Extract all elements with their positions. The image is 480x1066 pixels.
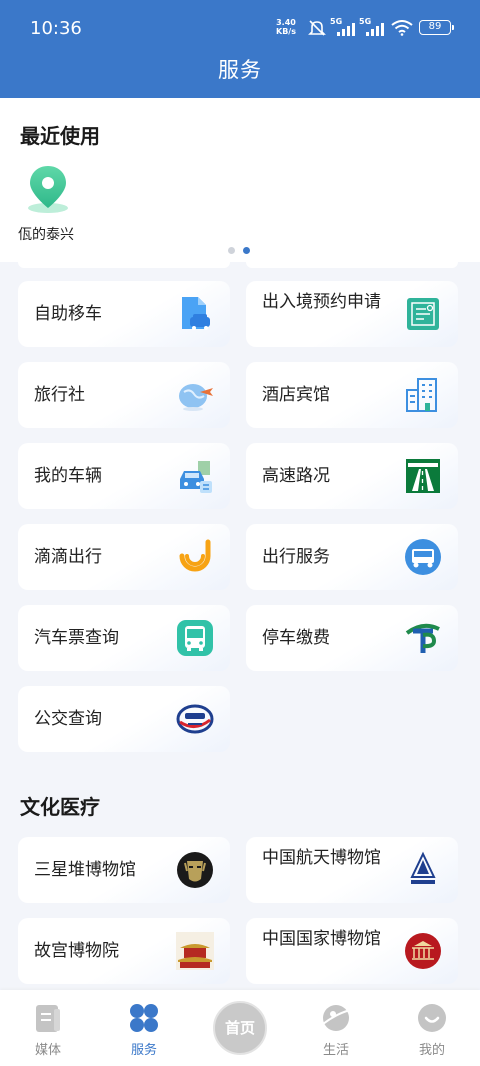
service-card-parking-fee[interactable]: 停车缴费 — [246, 605, 458, 671]
aerospace-logo-icon — [404, 851, 442, 889]
service-card-travel-agency[interactable]: 旅行社 — [18, 362, 230, 428]
tab-home[interactable]: 首页 — [213, 1001, 267, 1055]
service-card-self-move-car[interactable]: 自助移车 — [18, 281, 230, 347]
recent-item-label: 佤的泰兴 — [18, 227, 74, 243]
highway-icon — [404, 457, 442, 495]
signal-icon — [337, 23, 355, 36]
tab-mine[interactable]: 我的 — [384, 990, 480, 1066]
tab-service[interactable]: 服务 — [96, 990, 192, 1066]
globe-plane-icon — [176, 376, 214, 414]
page-title: 服务 — [218, 58, 262, 82]
bronze-mask-icon — [176, 851, 214, 889]
battery-indicator: 89 — [419, 20, 454, 35]
national-museum-icon — [404, 932, 442, 970]
culture-card-palace-museum[interactable]: 故宫博物院 — [18, 918, 230, 984]
planet-icon — [322, 1005, 351, 1031]
tab-life[interactable]: 生活 — [288, 990, 384, 1066]
network-speed: 3.40 KB/s — [276, 18, 296, 36]
service-card-border-appointment[interactable]: 出入境预约申请 — [246, 281, 458, 347]
certificate-icon — [404, 295, 442, 333]
tab-media[interactable]: 媒体 — [0, 990, 96, 1066]
mute-icon — [308, 20, 326, 36]
palace-icon — [176, 932, 214, 970]
service-card-travel-service[interactable]: 出行服务 — [246, 524, 458, 590]
status-bar: 10:36 3.40 KB/s 5G 5G 89 — [0, 0, 480, 56]
smile-icon — [418, 1004, 446, 1032]
service-card-hotel[interactable]: 酒店宾馆 — [246, 362, 458, 428]
clock: 10:36 — [30, 18, 82, 39]
building-icon — [404, 376, 442, 414]
bus-icon — [176, 619, 214, 657]
media-icon — [36, 1005, 60, 1032]
culture-card-national-museum[interactable]: 中国国家博物馆 — [246, 918, 458, 984]
section-title-recent: 最近使用 — [20, 124, 100, 148]
card-peek — [246, 262, 458, 268]
bus-logo-icon — [176, 700, 214, 738]
signal-icon — [366, 23, 384, 36]
document-car-icon — [176, 295, 214, 333]
service-card-highway[interactable]: 高速路况 — [246, 443, 458, 509]
service-card-bus-query[interactable]: 公交查询 — [18, 686, 230, 752]
pager-dot-active[interactable] — [243, 247, 250, 254]
wifi-icon — [391, 20, 413, 36]
car-document-icon — [176, 457, 214, 495]
section-title-culture: 文化医疗 — [20, 795, 100, 819]
parking-icon — [404, 619, 442, 657]
location-pin-icon — [28, 166, 68, 213]
home-logo-label: 首页 — [224, 1019, 255, 1037]
service-grid-icon — [130, 1004, 158, 1032]
service-card-my-vehicle[interactable]: 我的车辆 — [18, 443, 230, 509]
pager-dot[interactable] — [228, 247, 235, 254]
culture-card-aerospace-museum[interactable]: 中国航天博物馆 — [246, 837, 458, 903]
card-peek — [18, 262, 230, 268]
app-header: 10:36 3.40 KB/s 5G 5G 89 服务 — [0, 0, 480, 98]
bus-circle-icon — [404, 538, 442, 576]
didi-icon — [176, 538, 214, 576]
service-card-bus-ticket[interactable]: 汽车票查询 — [18, 605, 230, 671]
culture-card-sanxingdui[interactable]: 三星堆博物馆 — [18, 837, 230, 903]
service-card-didi[interactable]: 滴滴出行 — [18, 524, 230, 590]
